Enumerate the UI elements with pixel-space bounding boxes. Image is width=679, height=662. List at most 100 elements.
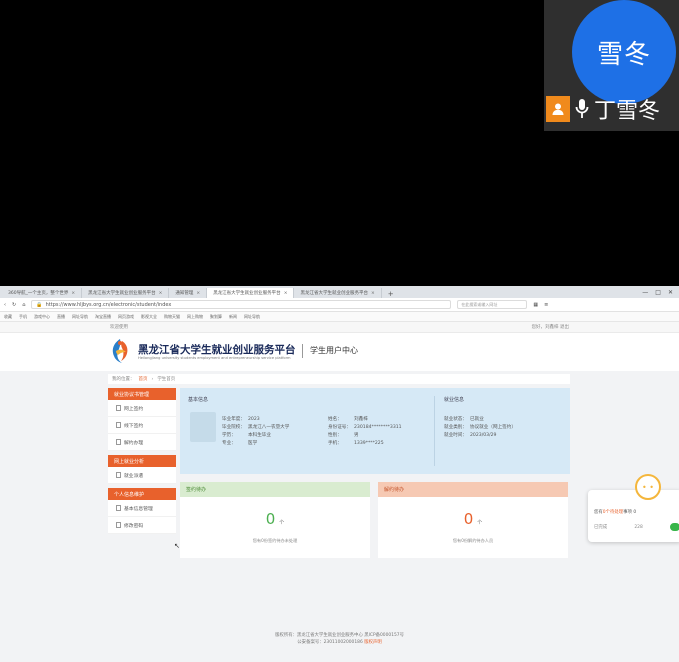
site-footer: 版权所有：黑龙江省大学生就业创业服务中心 黑ICP备0000157号 公安备案号… <box>0 632 679 646</box>
field-value: 2023 <box>248 417 260 422</box>
field-value: 230184********3311 <box>354 425 402 430</box>
video-call-tile[interactable]: 雪冬 丁雪冬 <box>544 0 679 131</box>
assistant-go-button[interactable] <box>669 523 679 531</box>
field-value: 2023/03/29 <box>470 433 497 438</box>
bookmark-item[interactable]: 网址导航 <box>72 314 88 320</box>
police-record: 公安备案号：23011002000186 <box>297 640 363 645</box>
student-avatar <box>190 412 216 442</box>
sidebar-item-terminate[interactable]: 解约办理 <box>108 434 176 451</box>
signing-todo-card[interactable]: 签约待办 0个 您有0份签约待办未处理 <box>180 482 370 558</box>
field-value: 男 <box>354 433 359 438</box>
tab-1[interactable]: 360导航_一个主页，整个世界 × <box>2 288 83 298</box>
sidebar-item-offline-sign[interactable]: 线下签约 <box>108 417 176 434</box>
field-value: 医学 <box>248 441 258 446</box>
tab-5[interactable]: 黑龙江省大学生就业创业服务平台 × <box>294 288 382 298</box>
sidebar-item-label: 就业派遣 <box>124 473 144 479</box>
menu-icon[interactable]: ≡ <box>544 302 548 308</box>
card-count: 0 <box>265 510 276 528</box>
bookmark-item[interactable]: 影视大全 <box>141 314 157 320</box>
field-value: 协议就业（网上签约） <box>470 425 516 430</box>
sidebar-item-password[interactable]: 修改密码 <box>108 517 176 534</box>
window-close-icon[interactable]: ✕ <box>668 289 673 296</box>
panel-divider <box>434 396 435 466</box>
bookmark-item[interactable]: 新闻 <box>229 314 237 320</box>
card-count-row: 0个 <box>180 510 370 528</box>
basic-info-title: 基本信息 <box>188 397 209 403</box>
field-key: 毕业年度： <box>222 417 245 422</box>
sidebar-group-agreement[interactable]: 就业协议书管理 <box>108 388 176 400</box>
field-phone: 手机： 1339****225 <box>328 440 384 446</box>
field-gender: 性别： 男 <box>328 432 359 438</box>
sidebar-item-dispatch[interactable]: 就业派遣 <box>108 467 176 484</box>
document-icon <box>116 472 121 478</box>
field-employment-status: 就业状态： 已就业 <box>444 416 484 422</box>
microphone-icon[interactable] <box>574 96 590 122</box>
tab-label: 黑龙江省大学生就业创业服务平台 <box>88 291 156 296</box>
close-icon[interactable]: × <box>159 291 163 296</box>
breadcrumb-current: 学生首页 <box>157 377 176 382</box>
field-major: 专业： 医学 <box>222 440 257 446</box>
field-degree: 学历： 本科生毕业 <box>222 432 271 438</box>
field-employment-date: 就业时间： 2023/03/29 <box>444 432 496 438</box>
reload-icon[interactable]: ↻ <box>12 302 16 308</box>
assistant-text-b: 事项 <box>623 510 632 515</box>
sidebar-group-analysis[interactable]: 网上就业分析 <box>108 455 176 467</box>
assistant-right-value: 228 <box>634 524 643 530</box>
new-tab-button[interactable]: + <box>382 290 400 298</box>
browser-search-input[interactable]: 在此搜索或输入网址 <box>457 300 528 309</box>
bookmark-item[interactable]: 网页游戏 <box>118 314 134 320</box>
assistant-row: 已完成 228 <box>594 523 679 531</box>
close-icon[interactable]: × <box>196 291 200 296</box>
floating-assistant[interactable]: • • 您有0个待处理事项 0 已完成 228 <box>588 474 679 542</box>
tab-2[interactable]: 黑龙江省大学生就业创业服务平台 × <box>82 288 170 298</box>
sidebar-item-basic-info[interactable]: 基本信息管理 <box>108 500 176 517</box>
person-icon <box>546 96 570 122</box>
platform-logo-icon <box>112 339 128 363</box>
bookmark-item[interactable]: 网址导航 <box>244 314 260 320</box>
field-key: 身份证号： <box>328 425 351 430</box>
document-icon <box>116 422 121 428</box>
bookmark-item[interactable]: 网上购物 <box>187 314 203 320</box>
breadcrumb-home[interactable]: 首页 <box>139 376 148 382</box>
bookmark-item[interactable]: 购物天猫 <box>164 314 180 320</box>
url-text: https://www.hljbys.org.cn/electronic/stu… <box>45 301 172 308</box>
bookmark-item[interactable]: 聚划算 <box>210 314 222 320</box>
field-key: 姓名： <box>328 417 342 422</box>
close-icon[interactable]: × <box>284 291 288 296</box>
bookmark-item[interactable]: 收藏 <box>4 314 12 320</box>
minimize-icon[interactable]: — <box>642 289 648 296</box>
field-key: 性别： <box>328 433 342 438</box>
bookmark-item[interactable]: 淘宝直播 <box>95 314 111 320</box>
extensions-icon[interactable]: ▦ <box>533 302 538 308</box>
close-icon[interactable]: × <box>371 291 375 296</box>
bookmark-item[interactable]: 游戏中心 <box>34 314 50 320</box>
assistant-face-icon[interactable]: • • <box>635 474 661 500</box>
copyright-link[interactable]: 版权声明 <box>364 640 382 645</box>
document-icon <box>116 505 121 511</box>
tab-4-active[interactable]: 黑龙江省大学生就业创业服务平台 × <box>207 288 295 298</box>
tab-bar: 360导航_一个主页，整个世界 × 黑龙江省大学生就业创业服务平台 × 通知管理 × … <box>0 286 679 298</box>
card-description: 您有0份解约待办人员 <box>452 538 494 543</box>
user-greeting[interactable]: 您好，刘鑫梓 退出 <box>532 324 569 330</box>
home-icon[interactable]: ⌂ <box>22 302 25 308</box>
tab-label: 黑龙江省大学生就业创业服务平台 <box>213 291 281 296</box>
document-icon <box>116 405 121 411</box>
assistant-text-a: 您有 <box>594 510 603 515</box>
sidebar-group-profile[interactable]: 个人信息维护 <box>108 488 176 500</box>
tab-3[interactable]: 通知管理 × <box>169 288 208 298</box>
bookmark-item[interactable]: 直播 <box>57 314 65 320</box>
tab-label: 黑龙江省大学生就业创业服务平台 <box>300 291 368 296</box>
back-icon[interactable]: ‹ <box>4 302 6 308</box>
termination-todo-card[interactable]: 解约待办 0个 您有0份解约待办人员 <box>378 482 568 558</box>
assistant-message: 您有0个待处理事项 0 <box>594 509 636 515</box>
sidebar-item-online-sign[interactable]: 网上签约 <box>108 400 176 417</box>
maximize-icon[interactable]: □ <box>655 289 661 296</box>
site-topbar: 欢迎使用 您好，刘鑫梓 退出 <box>0 322 679 333</box>
field-key: 就业类别： <box>444 425 467 430</box>
field-value: 刘鑫梓 <box>354 417 368 422</box>
sidebar-item-label: 线下签约 <box>124 423 144 429</box>
document-icon <box>116 439 121 445</box>
url-field[interactable]: 🔒 https://www.hljbys.org.cn/electronic/s… <box>31 300 452 309</box>
close-icon[interactable]: × <box>71 291 75 296</box>
bookmark-item[interactable]: 手机 <box>19 314 27 320</box>
